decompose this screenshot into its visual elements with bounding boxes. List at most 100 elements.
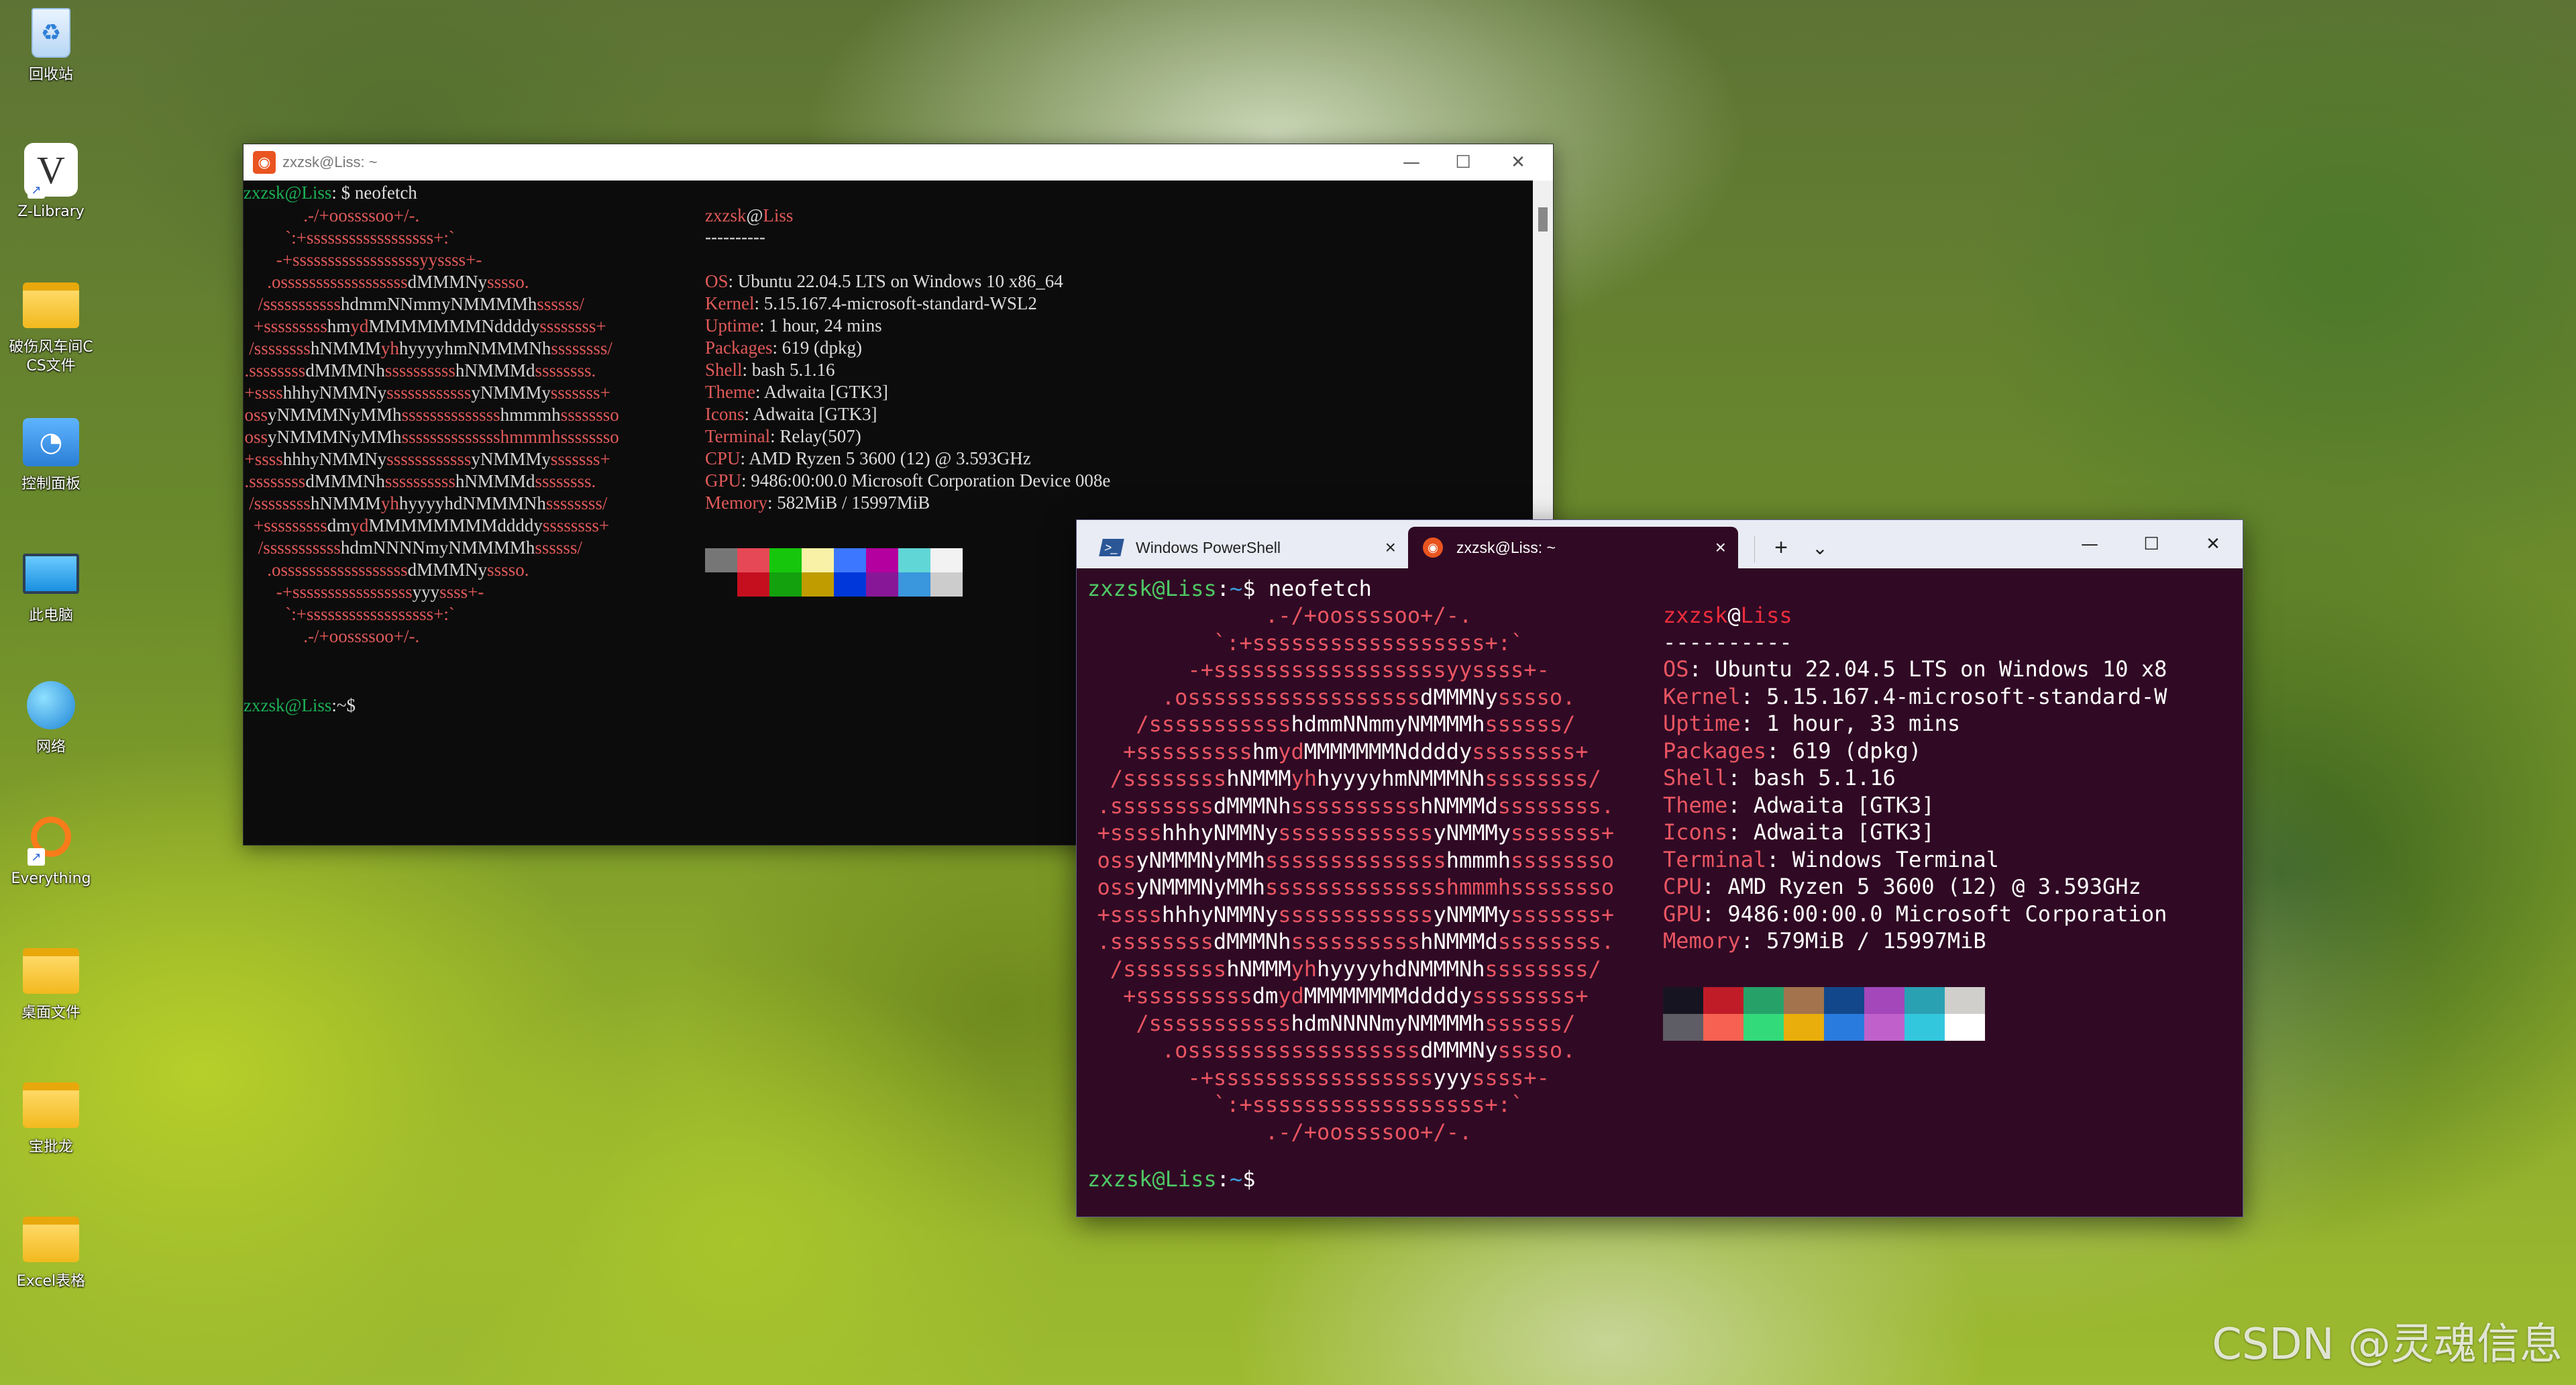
logo-segment: hNMMMd [455, 360, 535, 380]
info-row: Packages: 619 (dpkg) [705, 337, 862, 359]
desktop-icon-8[interactable]: 桌面文件 [4, 942, 98, 1023]
logo-segment: MMMMMMMNddddy [1303, 738, 1472, 764]
desktop-icon-6[interactable]: 网络 [4, 676, 98, 757]
terminal-output[interactable]: zxzsk@Liss:~$ neofetch .-/+oossssoo+/-. … [1077, 568, 2243, 1218]
logo-segment: ssssssssssss [1278, 901, 1434, 927]
desktop-icon-4[interactable]: ◔ 控制面板 [4, 413, 98, 494]
scrollbar-thumb[interactable] [1538, 207, 1548, 232]
logo-segment: sssso. [1497, 684, 1576, 710]
info-row: Uptime: 1 hour, 33 mins [1663, 710, 1960, 737]
logo-segment: ssssssss/ [551, 338, 612, 358]
info-key: OS [1663, 656, 1689, 682]
logo-line: -+sssssssssssssssssyyyssss+- [1071, 1064, 1549, 1091]
logo-segment: hyyyyhdNMMMNh [398, 493, 546, 513]
z-library-icon: V ↗ [22, 141, 80, 199]
prompt-path: ~ [1229, 576, 1243, 601]
logo-segment: sssso. [487, 560, 529, 580]
palette-swatch [1864, 987, 1904, 1014]
info-key: Shell [705, 360, 743, 380]
header-at: @ [746, 205, 763, 225]
palette-swatch [898, 548, 930, 572]
computer-icon [22, 545, 80, 603]
palette-swatch [705, 548, 737, 572]
close-button[interactable]: ✕ [2182, 520, 2244, 568]
logo-segment: .ssssssss [1071, 792, 1214, 819]
logo-segment: ssssssss. [1497, 792, 1615, 819]
info-row: Shell: bash 5.1.16 [1663, 764, 1896, 791]
folder-icon [22, 276, 80, 334]
command-prompt-line: zxzsk@Liss:~$ neofetch [1087, 575, 1372, 602]
desktop-icon-label: 网络 [36, 739, 66, 756]
logo-segment: .-/+oossssoo+/-. [1071, 1119, 1472, 1145]
palette-swatch [1824, 987, 1864, 1014]
logo-segment: ssssssss+ [542, 515, 610, 535]
desktop-icon-10[interactable]: Excel表格 [4, 1211, 98, 1291]
palette-swatch [930, 572, 963, 597]
desktop-icon-2[interactable]: V ↗ Z-Library [4, 141, 98, 221]
tab-bar[interactable]: >_ Windows PowerShell × ◉ zxzsk@Liss: ~ … [1077, 520, 2243, 568]
logo-segment: ssssssss. [535, 360, 596, 380]
logo-line: /ssssssssssshdmmNNmmyNMMMMhssssss/ [1071, 711, 1575, 737]
close-tab-icon[interactable]: × [1715, 537, 1726, 558]
logo-line: `:+ssssssssssssssssss+:` [235, 227, 455, 249]
desktop-icon-5[interactable]: 此电脑 [4, 545, 98, 625]
maximize-button[interactable]: ☐ [1432, 144, 1494, 181]
logo-segment: /ssssssss [235, 493, 311, 513]
logo-segment: yd [1278, 983, 1304, 1009]
logo-segment: sssssss+ [550, 382, 610, 403]
logo-segment: ssssssso [560, 405, 619, 425]
info-row: Memory: 582MiB / 15997MiB [705, 492, 930, 514]
minimize-button[interactable]: — [2059, 520, 2121, 568]
logo-segment: MMMMMMMNddddy [368, 316, 540, 336]
title-bar[interactable]: ◉ zxzsk@Liss: ~ — ☐ ✕ [244, 144, 1553, 181]
info-key: GPU [1663, 901, 1702, 927]
info-row: Kernel: 5.15.167.4-microsoft-standard-WS… [705, 293, 1037, 315]
logo-segment: /ssssssss [1071, 766, 1227, 791]
logo-segment: hhhyNMMNy [282, 449, 387, 469]
info-value: : 582MiB / 15997MiB [767, 493, 930, 513]
tab-zxzsk-liss[interactable]: ◉ zxzsk@Liss: ~ × [1408, 527, 1738, 568]
desktop-icon-label: 此电脑 [28, 607, 73, 624]
prompt-path: ~ [1229, 1166, 1243, 1192]
logo-segment: sssso. [1497, 1037, 1576, 1063]
logo-segment: yNMMMy [471, 382, 551, 403]
desktop-icon-7[interactable]: ↗ Everything [4, 808, 98, 888]
info-row: Memory: 579MiB / 15997MiB [1663, 927, 1986, 954]
desktop-icon-3[interactable]: 破伤风车间CCS文件 [4, 276, 98, 376]
desktop-icon-1[interactable]: ♻ 回收站 [4, 4, 98, 85]
logo-segment: .-/+oossssoo+/-. [235, 626, 420, 646]
info-value: : AMD Ryzen 5 3600 (12) @ 3.593GHz [1701, 874, 2141, 899]
info-value: : Relay(507) [770, 426, 861, 446]
logo-segment: sssssss+ [1511, 901, 1615, 927]
info-key: Memory [705, 493, 767, 513]
logo-segment: `:+ssssssssssssssssss+:` [235, 227, 455, 248]
new-tab-button[interactable]: + [1762, 527, 1800, 568]
desktop-icon-9[interactable]: 宝批龙 [4, 1076, 98, 1157]
info-row: Shell: bash 5.1.16 [705, 359, 835, 381]
tab-label: zxzsk@Liss: ~ [1456, 538, 1556, 556]
desktop-icon-label: Z-Library [17, 203, 85, 220]
windows-terminal-window[interactable]: >_ Windows PowerShell × ◉ zxzsk@Liss: ~ … [1076, 519, 2243, 1217]
tab-dropdown-button[interactable]: ⌄ [1801, 527, 1839, 568]
info-key: Terminal [705, 426, 771, 446]
watermark: CSDN @灵魂信息 [2212, 1320, 2563, 1370]
logo-segment: yd [350, 515, 369, 535]
logo-segment: sssssss+ [1511, 820, 1615, 845]
logo-segment: dMMMNy [407, 560, 488, 580]
info-key: Uptime [1663, 711, 1741, 736]
logo-segment: yNMMMy [471, 449, 551, 469]
close-button[interactable]: ✕ [1487, 144, 1549, 181]
info-value: : 5.15.167.4-microsoft-standard-W [1740, 683, 2167, 709]
logo-line: +sssssssssdmydMMMMMMMMddddyssssssss+ [1071, 982, 1589, 1009]
logo-segment: yyy [412, 582, 440, 602]
maximize-button[interactable]: ☐ [2121, 520, 2182, 568]
logo-segment: dm [1252, 983, 1279, 1009]
desktop-icon-label: 桌面文件 [21, 1005, 80, 1021]
close-tab-icon[interactable]: × [1385, 537, 1396, 558]
logo-line: .ossssssssssssssssssdMMMNysssso. [235, 559, 529, 581]
prompt-rest: :~$ [331, 695, 356, 715]
info-header: zxzsk@Liss [705, 205, 793, 227]
tab-windows-powershell[interactable]: >_ Windows PowerShell × [1081, 527, 1408, 568]
info-value: : 619 (dpkg) [1766, 737, 1922, 764]
header-at: @ [1727, 603, 1741, 628]
